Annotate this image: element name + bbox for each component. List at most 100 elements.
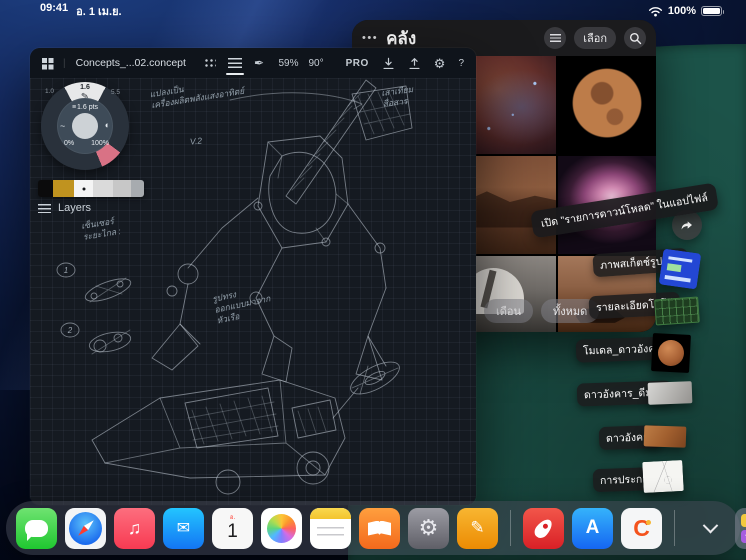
tool-size-right: 5.5 — [111, 89, 120, 96]
dock-recent-concepts[interactable]: C — [621, 508, 662, 549]
swatch-gray[interactable] — [113, 180, 131, 197]
tool-wheel-center-button[interactable] — [72, 113, 98, 139]
gallery-grid-icon[interactable] — [42, 58, 53, 69]
annotation-version: V.2 — [189, 135, 202, 147]
filter-button[interactable] — [544, 27, 566, 49]
rocket-icon — [532, 516, 555, 540]
chevron-down-icon — [702, 517, 718, 533]
desk-file-mars[interactable]: ดาวอังคาร — [599, 426, 662, 449]
green-circuit-thumbnail[interactable] — [654, 296, 700, 325]
smoothing-percent: 0% — [64, 140, 74, 147]
share-arrow-icon — [679, 217, 695, 233]
app-store-a-icon: A — [586, 517, 600, 539]
search-icon — [629, 32, 642, 45]
dock-app-photos[interactable] — [261, 508, 302, 549]
tool-wheel[interactable]: 1.6 ✎ 1.0 5.5 ≡1.6 pts ~ ◐ 0% 100% — [41, 82, 129, 170]
photo-mars-planet[interactable] — [558, 56, 656, 154]
screen: 09:41 อ. 1 เม.ย. 100% ••• คลัง เลือก — [0, 0, 746, 560]
opacity-percent: 100% — [91, 140, 109, 147]
blue-decal-thumbnail[interactable] — [659, 249, 702, 290]
mail-envelope-icon: ✉ — [177, 518, 190, 538]
dock-divider — [510, 510, 511, 546]
desk-file-assembly[interactable]: การประกอบ — [593, 468, 662, 491]
dock-app-books[interactable] — [359, 508, 400, 549]
tool-settings-disc[interactable]: ≡1.6 pts ~ ◐ 0% 100% — [57, 98, 113, 154]
filter-lines-icon — [550, 34, 561, 42]
mars-texture-thumbnail[interactable] — [644, 425, 687, 447]
layers-label: Layers — [58, 202, 91, 214]
dock-app-music[interactable]: ♫ — [114, 508, 155, 549]
pen-icon: ✎ — [470, 518, 484, 538]
document-title[interactable]: Concepts_...02.concept — [76, 57, 186, 69]
safari-compass-icon — [69, 512, 102, 545]
pen-nib-icon[interactable]: ✒ — [254, 56, 264, 70]
dock-hide-button[interactable] — [693, 508, 727, 549]
dock-recent-app-store[interactable]: A — [572, 508, 613, 549]
dock-app-library[interactable]: ★ — [735, 508, 746, 549]
dock-app-notes[interactable] — [310, 508, 351, 549]
status-bar: 09:41 อ. 1 เม.ย. 100% — [0, 0, 746, 22]
app-library-icon: ★ — [741, 514, 746, 543]
swatch-gold[interactable] — [53, 180, 74, 197]
dock-app-calendar[interactable]: อ. 1 — [212, 508, 253, 549]
more-options-button[interactable]: ••• — [362, 32, 378, 44]
tab-months[interactable]: เดือน — [484, 299, 533, 323]
battery-icon — [701, 6, 722, 16]
stroke-size-points: 1.6 pts — [77, 104, 98, 111]
rotation-value[interactable]: 90° — [308, 58, 323, 69]
mars-model-thumbnail[interactable] — [651, 333, 691, 373]
export-icon[interactable] — [408, 57, 421, 70]
photos-flower-icon — [267, 514, 296, 543]
swatch-white-selected[interactable] — [74, 180, 93, 197]
swatch-dark-gray[interactable] — [131, 180, 144, 197]
dock-recent-rocket[interactable] — [523, 508, 564, 549]
messages-bubble-icon — [25, 520, 48, 537]
pro-badge[interactable]: PRO — [346, 58, 369, 69]
battery-percent: 100% — [668, 5, 696, 17]
tool-size-left: 1.0 — [45, 88, 54, 95]
import-icon[interactable] — [382, 57, 395, 70]
swatch-black[interactable] — [38, 180, 53, 197]
layers-button[interactable]: Layers — [38, 202, 91, 214]
zoom-level[interactable]: 59% — [278, 58, 298, 69]
desk-file-decal[interactable]: ภาพสเก็ตช์รูปลอก — [593, 251, 688, 274]
gray-texture-thumbnail[interactable] — [648, 381, 693, 405]
concepts-toolbar: | Concepts_...02.concept ✒ 59% 90° PRO ⚙… — [30, 48, 476, 78]
assembly-sketch-thumbnail[interactable] — [642, 460, 684, 493]
settings-gear-icon: ⚙ — [419, 515, 439, 541]
color-palette-strip[interactable] — [38, 180, 144, 197]
dock-app-sketch-pen[interactable]: ✎ — [457, 508, 498, 549]
search-button[interactable] — [624, 27, 646, 49]
photo-view-tabs: เดือน ทั้งหมด — [484, 299, 599, 323]
detail-number-1: 1 — [64, 266, 68, 275]
books-open-book-icon — [368, 521, 391, 536]
dock-app-mail[interactable]: ✉ — [163, 508, 204, 549]
desk-file-mars-deimos[interactable]: ดาวอังคาร_ดีมอส — [577, 382, 672, 405]
desk-file-mars-model[interactable]: โมเดล_ดาวอังคาร — [576, 338, 674, 361]
smoothing-wave-icon: ~ — [60, 121, 65, 131]
gear-icon[interactable]: ⚙ — [434, 57, 446, 70]
dots-grid-icon[interactable] — [204, 57, 216, 69]
dock-app-messages[interactable] — [16, 508, 57, 549]
lines-tool-icon[interactable] — [228, 58, 242, 68]
date: อ. 1 เม.ย. — [76, 2, 121, 20]
concepts-window: | Concepts_...02.concept ✒ 59% 90° PRO ⚙… — [30, 48, 476, 505]
annotation-antenna: เสาเทียม สื่อสาร — [381, 84, 415, 110]
music-note-icon: ♫ — [128, 518, 142, 539]
swatch-light-gray[interactable] — [93, 180, 113, 197]
opacity-moon-icon: ◐ — [105, 120, 110, 130]
help-button[interactable]: ? — [458, 58, 464, 69]
detail-number-2: 2 — [67, 326, 73, 335]
stroke-lines-icon: ≡ — [72, 104, 75, 111]
concepts-c-icon: C — [633, 515, 650, 542]
wifi-icon — [648, 6, 663, 17]
dock-app-safari[interactable] — [65, 508, 106, 549]
clock: 09:41 — [40, 2, 68, 20]
calendar-day: 1 — [227, 522, 238, 541]
dock-app-settings[interactable]: ⚙ — [408, 508, 449, 549]
layers-icon — [38, 204, 51, 213]
dock: ♫ ✉ อ. 1 ⚙ ✎ A C ★ — [6, 501, 740, 555]
desk-file-logo-details[interactable]: รายละเอียดโลโก้ — [589, 294, 680, 317]
select-button[interactable]: เลือก — [574, 27, 616, 49]
dock-divider — [674, 510, 675, 546]
